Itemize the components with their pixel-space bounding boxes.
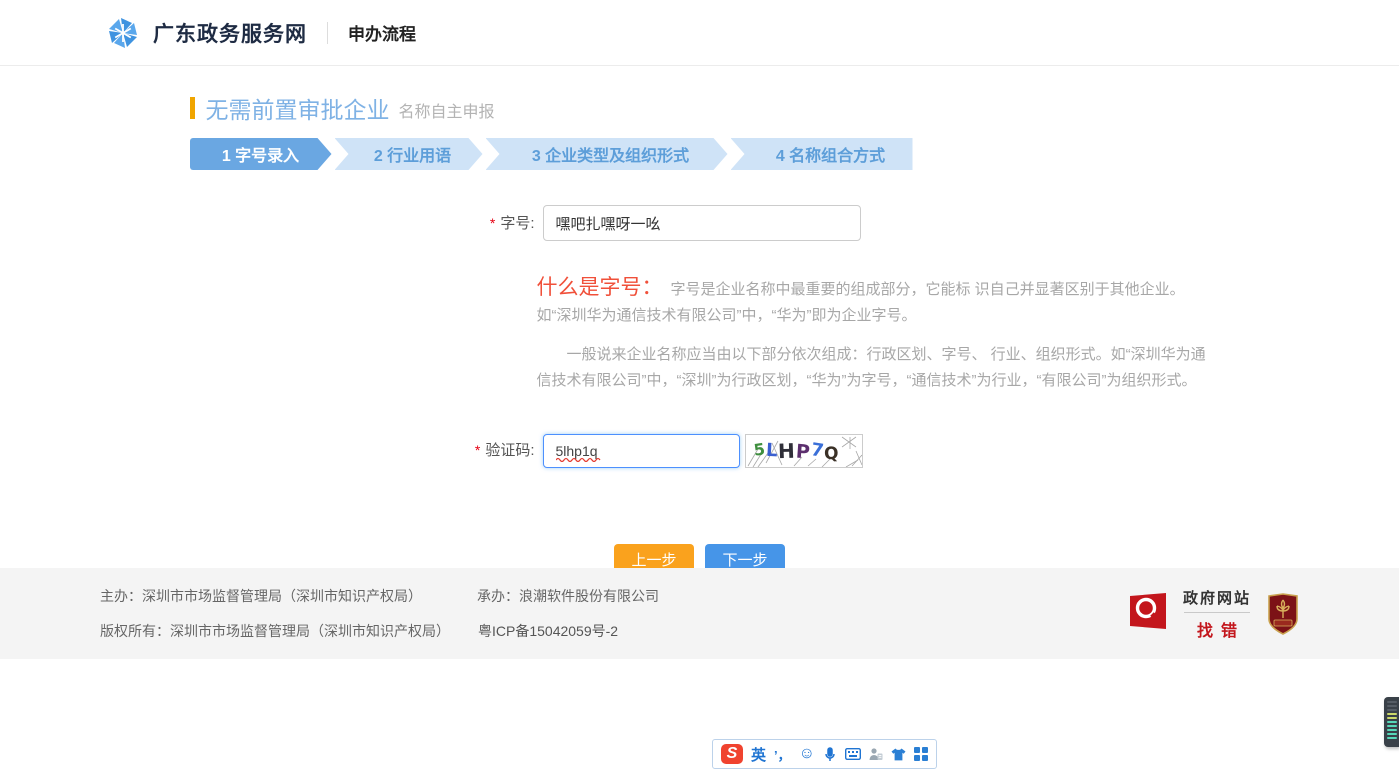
error-badge-divider xyxy=(1184,612,1250,613)
language-mode-indicator[interactable]: 英 xyxy=(751,744,766,765)
required-asterisk: * xyxy=(490,215,495,231)
help-paragraph-1: 什么是字号：字号是企业名称中最重要的组成部分，它能标 识自己并显著区别于其他企业… xyxy=(537,275,1209,329)
tradename-input[interactable] xyxy=(543,205,861,241)
error-badge-line2: 找错 xyxy=(1189,617,1245,641)
gov-site-error-report-badge[interactable]: 政府网站 找错 xyxy=(1128,587,1251,641)
help-paragraph-2: 一般说来企业名称应当由以下部分依次组成：行政区划、字号、 行业、组织形式。如“深… xyxy=(537,342,1209,394)
captcha-char: 5 xyxy=(752,439,766,459)
emoji-icon[interactable]: ☺ xyxy=(799,745,815,763)
main-content: 无需前置审批企业 名称自主申报 1 字号录入 2 行业用语 3 企业类型及组织形… xyxy=(190,91,1210,575)
undertake-label: 承办： xyxy=(477,588,519,604)
host-name: 深圳市市场监督管理局（深圳市知识产权局） xyxy=(142,588,422,604)
sogou-ime-toolbar[interactable]: S 英 ’， ☺ xyxy=(712,739,937,769)
tradename-help: 什么是字号：字号是企业名称中最重要的组成部分，它能标 识自己并显著区别于其他企业… xyxy=(537,275,1209,394)
tradename-label: * 字号: xyxy=(190,205,535,242)
microphone-icon[interactable] xyxy=(823,747,837,762)
title-accent-bar xyxy=(190,97,195,119)
captcha-label: * 验证码: xyxy=(190,433,535,468)
user-dict-icon[interactable] xyxy=(869,747,883,761)
site-title: 广东政务服务网 xyxy=(153,18,307,48)
page-subtitle: 名称自主申报 xyxy=(399,94,495,122)
error-report-text: 政府网站 找错 xyxy=(1183,587,1251,641)
required-asterisk: * xyxy=(475,442,480,458)
captcha-image[interactable]: 5LHP7Q xyxy=(745,434,863,468)
step-wizard: 1 字号录入 2 行业用语 3 企业类型及组织形式 4 名称组合方式 xyxy=(190,138,1210,170)
tradename-label-text: 字号: xyxy=(500,215,534,232)
captcha-char: L xyxy=(765,440,778,462)
footer-line-1: 主办：深圳市市场监督管理局（深圳市知识产权局） 承办：浪潮软件股份有限公司 xyxy=(100,586,659,606)
captcha-row: * 验证码: 5LHP7Q xyxy=(190,433,1210,468)
recorder-level-widget[interactable] xyxy=(1384,697,1399,747)
step-tab-2[interactable]: 2 行业用语 xyxy=(335,138,483,170)
icp-number[interactable]: 粤ICP备15042059号-2 xyxy=(478,623,618,639)
page-title: 无需前置审批企业 xyxy=(206,91,390,125)
captcha-input[interactable] xyxy=(543,434,740,468)
captcha-char: 7 xyxy=(809,439,825,462)
captcha-text: 5LHP7Q xyxy=(754,435,839,467)
help-title: 什么是字号： xyxy=(537,276,663,299)
captcha-char: P xyxy=(795,440,810,463)
copyright-label: 版权所有： xyxy=(100,623,170,639)
captcha-label-text: 验证码: xyxy=(485,442,534,459)
header-divider xyxy=(327,22,328,44)
tradename-row: * 字号: xyxy=(190,205,1210,242)
step-tab-4[interactable]: 4 名称组合方式 xyxy=(731,138,913,170)
gdzwfw-logo-icon xyxy=(105,15,141,51)
certification-shield-badge[interactable] xyxy=(1267,593,1299,635)
soft-keyboard-icon[interactable] xyxy=(845,748,861,760)
punctuation-indicator[interactable]: ’， xyxy=(774,745,791,764)
footer-badges: 政府网站 找错 xyxy=(1128,587,1299,641)
copyright-name: 深圳市市场监督管理局（深圳市知识产权局） xyxy=(170,623,450,639)
step-tab-1[interactable]: 1 字号录入 xyxy=(190,138,332,170)
error-report-magnifier-icon xyxy=(1128,593,1174,635)
skin-tshirt-icon[interactable] xyxy=(891,748,906,761)
undertake-name: 浪潮软件股份有限公司 xyxy=(519,588,659,604)
footer-line-2: 版权所有：深圳市市场监督管理局（深圳市知识产权局） 粤ICP备15042059号-… xyxy=(100,621,659,641)
captcha-input-wrap xyxy=(543,434,740,468)
page-title-row: 无需前置审批企业 名称自主申报 xyxy=(190,91,1210,125)
captcha-char: H xyxy=(778,438,796,463)
toolbox-grid-icon[interactable] xyxy=(914,747,928,761)
footer: 主办：深圳市市场监督管理局（深圳市知识产权局）承办：浪潮软件股份有限公司 版权所… xyxy=(0,568,1399,659)
step-tab-3[interactable]: 3 企业类型及组织形式 xyxy=(486,138,728,170)
header-subtitle: 申办流程 xyxy=(348,20,416,45)
captcha-char: Q xyxy=(824,443,839,464)
sogou-logo-icon[interactable]: S xyxy=(721,744,743,764)
footer-info: 主办：深圳市市场监督管理局（深圳市知识产权局）承办：浪潮软件股份有限公司 版权所… xyxy=(100,586,659,641)
header: 广东政务服务网 申办流程 xyxy=(0,0,1399,66)
host-label: 主办： xyxy=(100,588,142,604)
error-badge-line1: 政府网站 xyxy=(1183,587,1251,608)
